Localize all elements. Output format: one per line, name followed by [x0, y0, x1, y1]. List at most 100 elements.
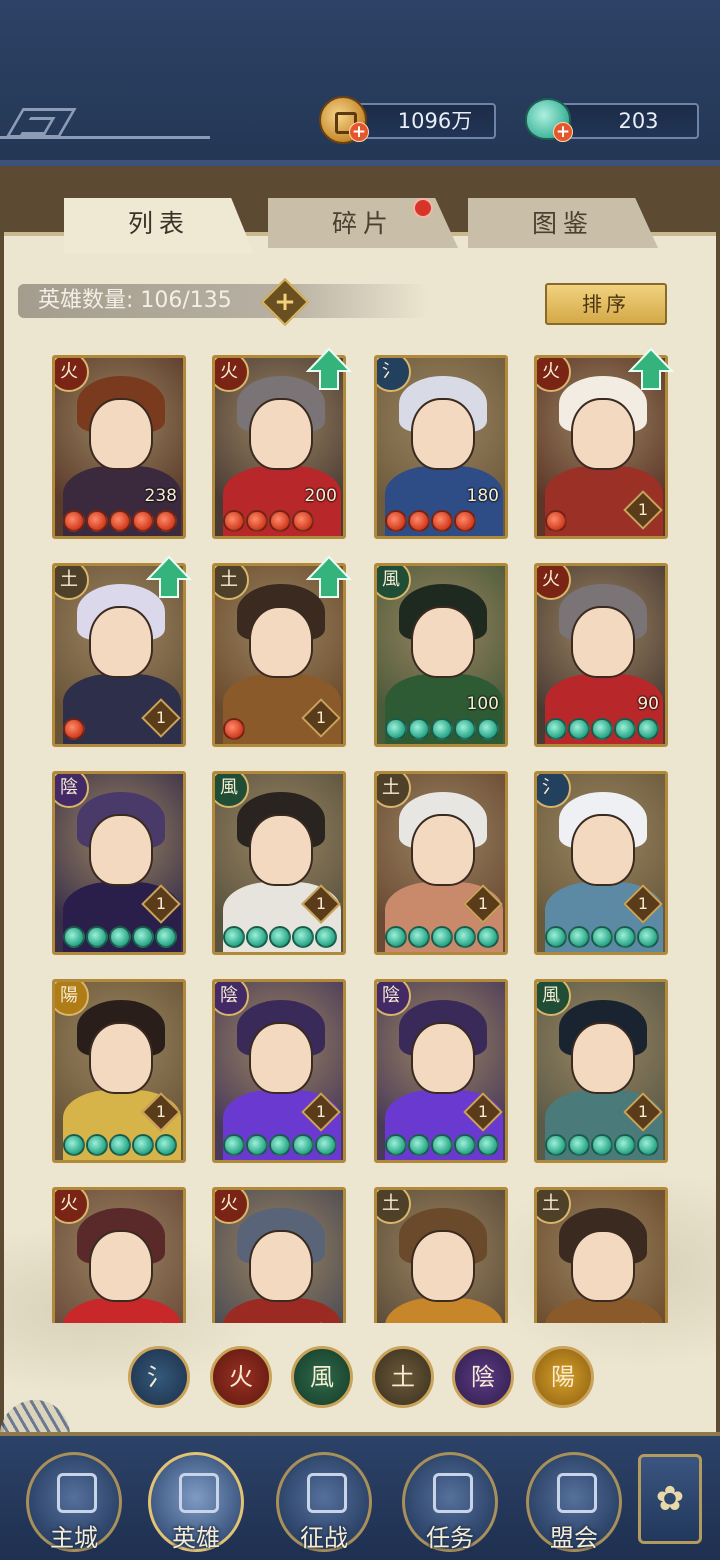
upgrade-arrow-icon — [628, 347, 674, 390]
hero-card[interactable]: 風1 — [212, 771, 346, 955]
star-pip-icon — [454, 718, 476, 740]
star-pip-icon — [292, 926, 314, 948]
level-text: 1 — [155, 894, 167, 913]
level-badge: 1 — [301, 884, 341, 924]
star-pip-icon — [269, 510, 291, 532]
star-pip-icon — [246, 1134, 268, 1156]
star-pip-icon — [385, 926, 407, 948]
star-pip-icon — [591, 1134, 613, 1156]
alliance-icon — [557, 1473, 597, 1513]
star-pip-icon — [637, 718, 659, 740]
hero-card[interactable]: 陰1 — [374, 979, 508, 1163]
star-pip-icon — [86, 926, 108, 948]
star-pips — [223, 926, 337, 950]
star-pip-icon — [637, 926, 659, 948]
level-text: 1 — [637, 1102, 649, 1121]
star-pip-icon — [109, 926, 131, 948]
hero-card[interactable]: 火 90 — [534, 563, 668, 747]
level-badge: 1 — [141, 698, 181, 738]
hero-portrait-face — [249, 1230, 313, 1302]
hero-portrait-icon — [179, 1473, 219, 1513]
star-pips — [223, 1134, 337, 1158]
hero-portrait-face — [411, 398, 475, 470]
level-badge: 1 — [463, 1092, 503, 1132]
hero-portrait-face — [411, 606, 475, 678]
star-pip-icon — [315, 926, 337, 948]
star-pip-icon — [246, 510, 268, 532]
hero-card[interactable]: 風 100 — [374, 563, 508, 747]
level-text: 1 — [315, 1102, 327, 1121]
star-pip-icon — [614, 1134, 636, 1156]
sort-button[interactable]: 排序 — [545, 283, 667, 325]
star-pip-icon — [637, 1134, 659, 1156]
filter-earth-button[interactable]: 土 — [372, 1346, 434, 1408]
hero-card[interactable]: 陰1 — [212, 979, 346, 1163]
star-pip-icon — [614, 926, 636, 948]
level-text: 1 — [477, 894, 489, 913]
level-text: 1 — [477, 1102, 489, 1121]
level-text: 180 — [466, 486, 499, 506]
star-pip-icon — [568, 1134, 590, 1156]
notification-dot — [413, 198, 433, 218]
star-pip-icon — [385, 718, 407, 740]
star-pip-icon — [109, 510, 131, 532]
hero-portrait-face — [411, 814, 475, 886]
star-pip-icon — [246, 926, 268, 948]
star-pip-icon — [63, 718, 85, 740]
star-pip-icon — [385, 1134, 407, 1156]
tab-atlas[interactable]: 图鉴 — [468, 198, 658, 248]
level-badge: 1 — [141, 884, 181, 924]
hero-card[interactable]: 火1 — [52, 1187, 186, 1323]
star-pip-icon — [454, 926, 476, 948]
level-text: 1 — [315, 708, 327, 727]
level-text: 1 — [637, 894, 649, 913]
star-pips — [63, 718, 85, 742]
hero-card[interactable]: 土1 — [374, 1187, 508, 1323]
star-pip-icon — [431, 926, 453, 948]
add-coins-button[interactable]: + — [349, 122, 369, 142]
star-pip-icon — [385, 510, 407, 532]
star-pip-icon — [223, 1134, 245, 1156]
level-text: 90 — [637, 694, 659, 714]
hero-card[interactable]: 氵 180 — [374, 355, 508, 539]
star-pips — [545, 1134, 659, 1158]
star-pips — [63, 510, 177, 534]
hero-card[interactable]: 風1 — [534, 979, 668, 1163]
task-icon — [433, 1473, 473, 1513]
star-pip-icon — [477, 718, 499, 740]
hero-card[interactable]: 陽1 — [52, 979, 186, 1163]
hero-portrait-face — [571, 814, 635, 886]
hero-portrait-face — [89, 1230, 153, 1302]
more-menu-button[interactable]: ✿ — [638, 1454, 702, 1544]
level-text: 238 — [144, 486, 177, 506]
star-pips — [223, 718, 245, 742]
filter-yang-button[interactable]: 陽 — [532, 1346, 594, 1408]
filter-yin-button[interactable]: 陰 — [452, 1346, 514, 1408]
star-pip-icon — [86, 510, 108, 532]
star-pip-icon — [408, 718, 430, 740]
filter-wind-button[interactable]: 風 — [291, 1346, 353, 1408]
star-pip-icon — [454, 510, 476, 532]
hero-card[interactable]: 土1 — [534, 1187, 668, 1323]
tab-list[interactable]: 列表 — [64, 198, 254, 254]
gems-display[interactable]: 203 — [558, 103, 699, 139]
filter-fire-button[interactable]: 火 — [210, 1346, 272, 1408]
hero-card[interactable]: 火1 — [212, 1187, 346, 1323]
star-pip-icon — [408, 1134, 430, 1156]
star-pip-icon — [223, 926, 245, 948]
filter-water-button[interactable]: 氵 — [128, 1346, 190, 1408]
hero-card[interactable]: 陰1 — [52, 771, 186, 955]
hero-card[interactable]: 火 238 — [52, 355, 186, 539]
star-pip-icon — [454, 1134, 476, 1156]
level-badge: 1 — [623, 490, 663, 530]
hero-card[interactable]: 氵1 — [534, 771, 668, 955]
star-pip-icon — [63, 510, 85, 532]
star-pip-icon — [155, 926, 177, 948]
star-pip-icon — [568, 926, 590, 948]
add-gems-button[interactable]: + — [553, 122, 573, 142]
level-text: 1 — [315, 894, 327, 913]
flower-menu-icon: ✿ — [655, 1479, 685, 1519]
level-badge: 1 — [301, 1092, 341, 1132]
hero-card[interactable]: 土1 — [374, 771, 508, 955]
star-pips — [385, 510, 476, 534]
